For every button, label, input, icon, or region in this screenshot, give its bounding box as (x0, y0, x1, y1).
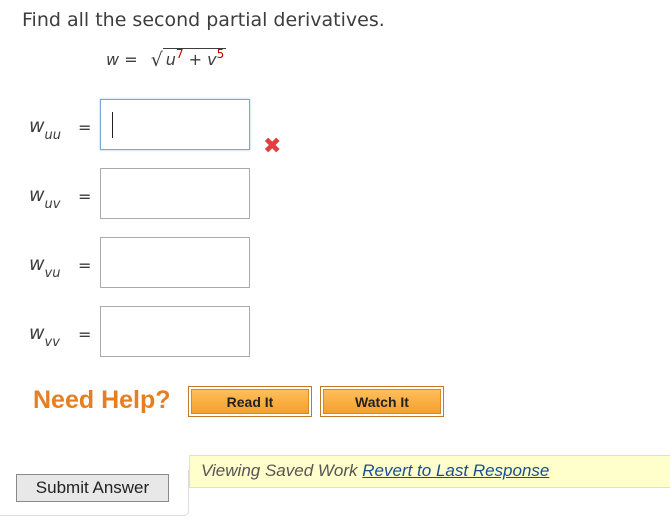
sqrt-icon: √ (150, 49, 163, 71)
label-wuv: wuv (29, 184, 61, 212)
answer-input-wvu[interactable] (100, 237, 250, 288)
answer-input-wvv[interactable] (100, 306, 250, 357)
equation: w = √ u7 + v5 (106, 47, 227, 71)
label-wvv: wvv (29, 322, 60, 350)
answer-input-wuv[interactable] (100, 168, 250, 219)
watch-it-button[interactable]: Watch It (320, 386, 444, 417)
label-sub: uv (44, 196, 61, 212)
equals-sign: = (78, 256, 92, 275)
question-prompt: Find all the second partial derivatives. (22, 9, 385, 31)
term2-base: v (207, 50, 217, 69)
term2-exponent: 5 (216, 47, 225, 61)
read-it-button[interactable]: Read It (188, 386, 312, 417)
equation-lhs: w (106, 50, 120, 69)
radicand: u7 + v5 (162, 47, 227, 69)
equals-sign: = (78, 187, 92, 206)
revert-link[interactable]: Revert to Last Response (362, 461, 549, 480)
equals-sign: = (78, 325, 92, 344)
x-mark-icon: ✖ (263, 134, 282, 159)
answer-input-wuu[interactable] (100, 99, 250, 150)
saved-work-text: Viewing Saved Work (201, 461, 363, 480)
label-wvu: wvu (29, 253, 61, 281)
label-base: w (29, 184, 45, 206)
label-base: w (29, 322, 45, 344)
label-base: w (29, 253, 45, 275)
label-base: w (29, 115, 45, 137)
term1-exponent: 7 (175, 47, 184, 61)
radicand-plus: + (188, 50, 203, 69)
text-caret (112, 112, 113, 138)
read-it-label: Read It (191, 389, 309, 414)
term1-base: u (165, 50, 176, 69)
label-sub: vv (44, 334, 60, 350)
need-help-label: Need Help? (33, 386, 171, 414)
equals-sign: = (78, 118, 92, 137)
submit-answer-button[interactable]: Submit Answer (16, 474, 169, 502)
label-wuu: wuu (29, 115, 62, 143)
saved-work-banner: Viewing Saved Work Revert to Last Respon… (189, 455, 670, 488)
equation-equals: = (124, 50, 138, 69)
label-sub: uu (44, 127, 62, 143)
label-sub: vu (44, 265, 61, 281)
watch-it-label: Watch It (323, 389, 441, 414)
